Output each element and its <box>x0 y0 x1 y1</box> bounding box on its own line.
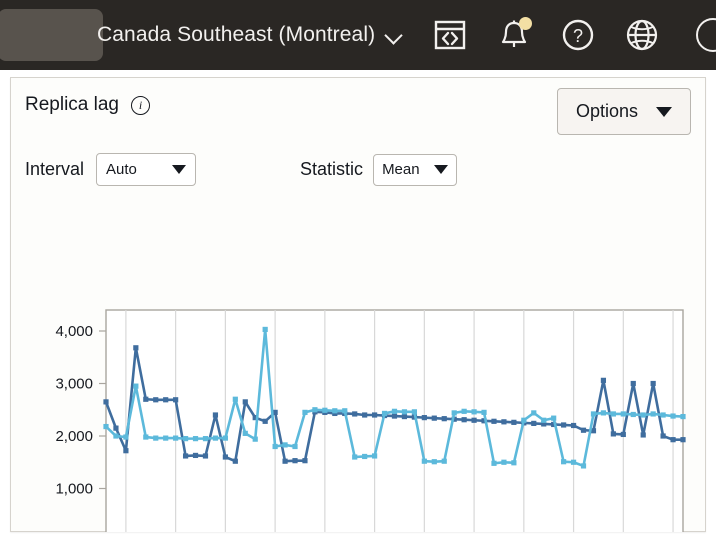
header-icon-group: ? <box>433 18 659 52</box>
info-icon[interactable]: i <box>131 96 150 115</box>
widget-header: Replica lag i Options <box>11 78 705 140</box>
nav-menu-button[interactable] <box>0 9 103 61</box>
bell-icon[interactable] <box>497 18 531 52</box>
region-label: Canada Southeast (Montreal) <box>97 23 375 47</box>
widget-title-group: Replica lag i <box>25 94 150 116</box>
replica-lag-widget: Replica lag i Options Interval Auto Stat… <box>10 77 706 532</box>
svg-text:1,000: 1,000 <box>55 481 93 498</box>
chevron-down-icon <box>434 165 448 174</box>
interval-label: Interval <box>25 159 84 180</box>
statistic-label: Statistic <box>300 159 363 180</box>
replica-lag-chart[interactable]: 07:4507:5007:5508:0008:0508:1008:1508:20… <box>11 196 705 532</box>
chart-canvas: 07:4507:5007:5508:0008:0508:1008:1508:20… <box>11 196 705 532</box>
help-icon[interactable]: ? <box>561 18 595 52</box>
svg-text:2,000: 2,000 <box>55 428 93 445</box>
chart-controls: Interval Auto Statistic Mean <box>25 153 691 186</box>
options-button-label: Options <box>576 101 638 122</box>
cloudshell-icon[interactable] <box>433 18 467 52</box>
svg-text:3,000: 3,000 <box>55 376 93 393</box>
console-header: Canada Southeast (Montreal) ? <box>0 0 716 70</box>
chevron-down-icon <box>172 165 186 174</box>
statistic-select[interactable]: Mean <box>373 154 457 186</box>
svg-text:4,000: 4,000 <box>55 323 93 340</box>
interval-select-value: Auto <box>106 161 137 178</box>
account-icon[interactable] <box>696 18 716 52</box>
chevron-down-icon <box>656 107 672 117</box>
interval-select[interactable]: Auto <box>96 153 196 186</box>
options-button[interactable]: Options <box>557 88 691 135</box>
statistic-select-value: Mean <box>382 161 420 178</box>
chevron-down-icon <box>385 27 403 45</box>
page-title: Replica lag <box>25 94 119 116</box>
region-selector[interactable]: Canada Southeast (Montreal) <box>97 23 403 47</box>
svg-text:?: ? <box>573 26 583 46</box>
globe-icon[interactable] <box>625 18 659 52</box>
